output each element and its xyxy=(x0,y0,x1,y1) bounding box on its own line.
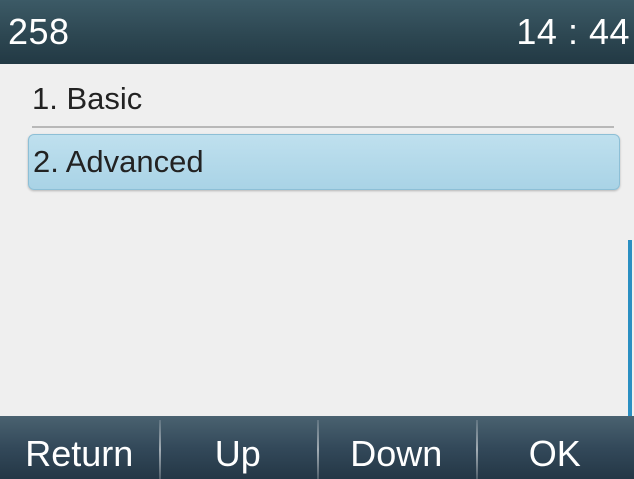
menu-item-label: 2. Advanced xyxy=(33,144,204,179)
account-label: 258 xyxy=(8,11,70,52)
down-button[interactable]: Down xyxy=(317,416,476,479)
softkey-bar: Return Up Down OK xyxy=(0,416,634,479)
menu-divider xyxy=(32,126,614,128)
phone-screen: 258 14 : 44 1. Basic 2. Advanced Return … xyxy=(0,0,634,479)
menu-item-label: 1. Basic xyxy=(32,81,143,116)
status-bar: 258 14 : 44 xyxy=(0,0,634,64)
up-button[interactable]: Up xyxy=(158,416,318,479)
return-button[interactable]: Return xyxy=(0,416,159,479)
menu-item-basic[interactable]: 1. Basic xyxy=(28,71,620,127)
clock: 14 : 44 xyxy=(516,11,630,52)
menu-list: 1. Basic 2. Advanced xyxy=(0,64,634,416)
menu-item-advanced[interactable]: 2. Advanced xyxy=(28,134,620,190)
scrollbar[interactable] xyxy=(626,64,634,474)
ok-button[interactable]: OK xyxy=(475,416,634,479)
